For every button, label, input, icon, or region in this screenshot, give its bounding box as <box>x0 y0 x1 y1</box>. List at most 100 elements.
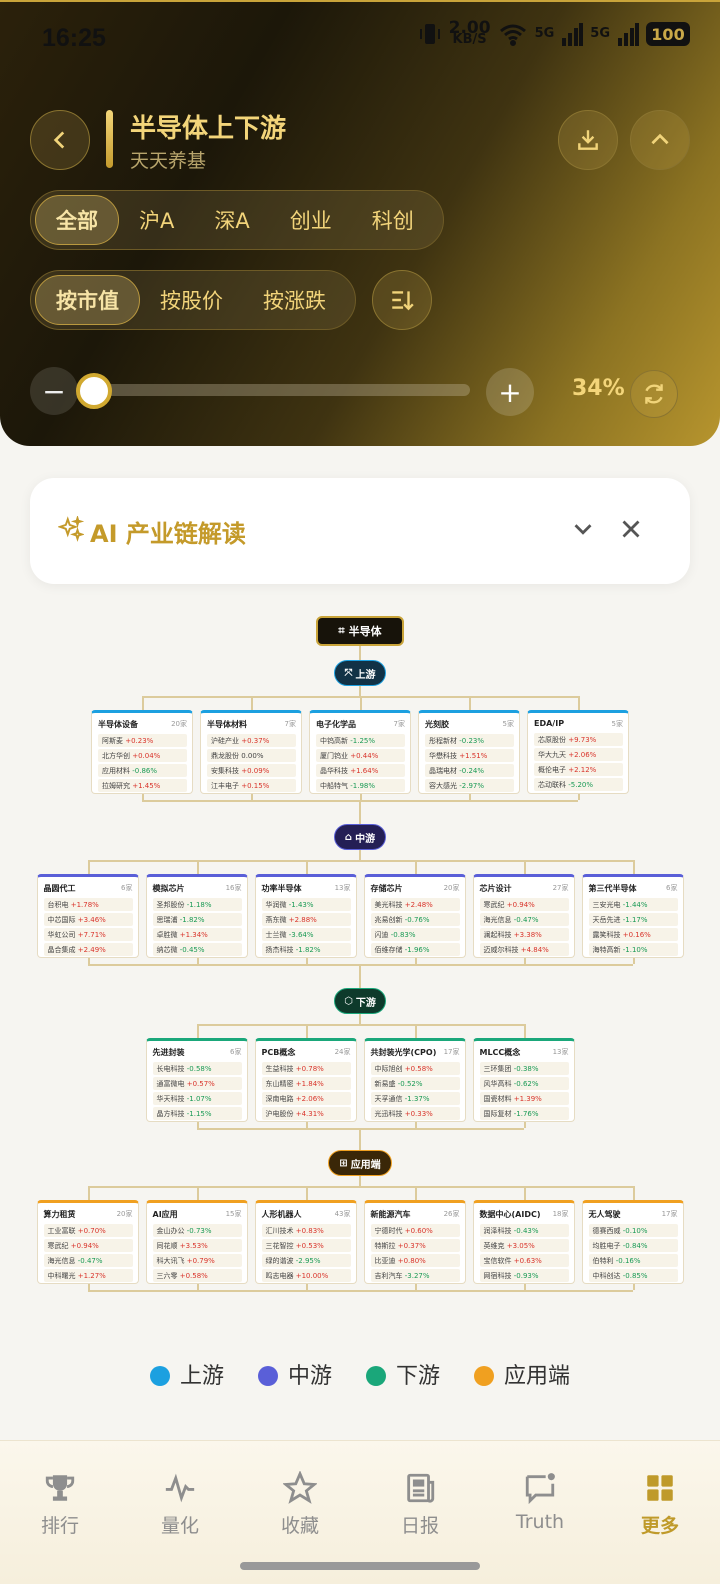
group-card[interactable]: 模拟芯片 16家 圣邦股份 -1.18% 思瑞浦 -1.82% 卓胜微 +1.34% 纳芯… <box>145 874 248 958</box>
stock-row[interactable]: 阿斯麦 +0.23% <box>98 734 187 747</box>
stock-row[interactable]: 三六零 +0.58% <box>152 1269 242 1282</box>
stock-row[interactable]: 海特高新 -1.10% <box>588 943 678 956</box>
chevron-down-icon[interactable] <box>568 514 598 544</box>
stock-row[interactable]: 芯动联科 -5.20% <box>534 778 623 791</box>
stock-row[interactable]: 工业富联 +0.70% <box>43 1224 133 1237</box>
stock-row[interactable]: 迈威尔科技 +4.84% <box>479 943 569 956</box>
stock-row[interactable]: 应用材料 -0.86% <box>98 764 187 777</box>
stock-row[interactable]: 金山办公 -0.73% <box>152 1224 242 1237</box>
stock-row[interactable]: 彤程新材 -0.23% <box>425 734 514 747</box>
nav-tab-4[interactable]: Truth <box>480 1441 600 1584</box>
nav-tab-0[interactable]: 排行 <box>0 1441 120 1584</box>
group-card[interactable]: AI应用 15家 金山办公 -0.73% 同花顺 +3.53% 科大讯飞 +0.79% 三… <box>145 1200 248 1284</box>
stock-row[interactable]: 思瑞浦 -1.82% <box>152 913 242 926</box>
group-card[interactable]: 半导体材料 7家 沪硅产业 +0.37% 鼎龙股份 0.00% 安集科技 +0.09% 江… <box>200 710 302 794</box>
stock-row[interactable]: 闪迪 -0.83% <box>370 928 460 941</box>
stock-row[interactable]: 澜起科技 +3.38% <box>479 928 569 941</box>
stock-row[interactable]: 拉姆研究 +1.45% <box>98 779 187 792</box>
stock-row[interactable]: 中科曙光 +1.27% <box>43 1269 133 1282</box>
group-card[interactable]: EDA/IP 5家 芯原股份 +9.73% 华大九天 +2.06% 概伦电子 +2.12… <box>527 710 629 794</box>
stock-row[interactable]: 华懋科技 +1.51% <box>425 749 514 762</box>
group-card[interactable]: 光刻胶 5家 彤程新材 -0.23% 华懋科技 +1.51% 晶瑞电材 -0.24% 容大… <box>418 710 520 794</box>
stock-row[interactable]: 风华高科 -0.62% <box>479 1077 569 1090</box>
stock-row[interactable]: 天岳先进 -1.17% <box>588 913 678 926</box>
group-card[interactable]: 功率半导体 13家 华润微 -1.43% 燕东微 +2.88% 士兰微 -3.64% 扬杰… <box>254 874 357 958</box>
stock-row[interactable]: 芯原股份 +9.73% <box>534 733 623 746</box>
stock-row[interactable]: 网宿科技 -0.93% <box>479 1269 569 1282</box>
stock-row[interactable]: 三安光电 -1.44% <box>588 898 678 911</box>
stock-row[interactable]: 三环集团 -0.38% <box>479 1062 569 1075</box>
stock-row[interactable]: 国际复材 -1.76% <box>479 1107 569 1120</box>
stock-row[interactable]: 华润微 -1.43% <box>261 898 351 911</box>
stage-node-3[interactable]: ⊞ 应用端 <box>328 1150 392 1176</box>
stock-row[interactable]: 通富微电 +0.57% <box>152 1077 242 1090</box>
back-button[interactable] <box>30 110 90 170</box>
stock-row[interactable]: 晶华科技 +1.64% <box>316 764 405 777</box>
group-card[interactable]: PCB概念 24家 生益科技 +0.78% 东山精密 +1.84% 深南电路 +2.06… <box>254 1038 357 1122</box>
stock-row[interactable]: 晶方科技 -1.15% <box>152 1107 242 1120</box>
stage-node-0[interactable]: ⤧ 上游 <box>334 660 386 686</box>
stock-row[interactable]: 科大讯飞 +0.79% <box>152 1254 242 1267</box>
market-tab-4[interactable]: 科创 <box>352 195 434 245</box>
stock-row[interactable]: 中科创达 -0.85% <box>588 1269 678 1282</box>
nav-tab-1[interactable]: 量化 <box>120 1441 240 1584</box>
group-card[interactable]: 无人驾驶 17家 德赛西威 -0.10% 均胜电子 -0.84% 伯特利 -0.16% 中… <box>581 1200 684 1284</box>
group-card[interactable]: 人形机器人 43家 汇川技术 +0.83% 三花智控 +0.53% 绿的谐波 -2.95… <box>254 1200 357 1284</box>
stock-row[interactable]: 容大感光 -2.97% <box>425 779 514 792</box>
stock-row[interactable]: 华虹公司 +7.71% <box>43 928 133 941</box>
stock-row[interactable]: 中际旭创 +0.58% <box>370 1062 460 1075</box>
stock-row[interactable]: 生益科技 +0.78% <box>261 1062 351 1075</box>
stock-row[interactable]: 深南电路 +2.06% <box>261 1092 351 1105</box>
stock-row[interactable]: 海光信息 -0.47% <box>479 913 569 926</box>
stock-row[interactable]: 英维克 +3.05% <box>479 1239 569 1252</box>
group-card[interactable]: 新能源汽车 26家 宁德时代 +0.60% 特斯拉 +0.37% 比亚迪 +0.80% 吉… <box>363 1200 466 1284</box>
group-card[interactable]: 晶圆代工 6家 台积电 +1.78% 中芯国际 +3.46% 华虹公司 +7.71% 晶合… <box>36 874 139 958</box>
stock-row[interactable]: 中钨高新 -1.25% <box>316 734 405 747</box>
group-card[interactable]: 共封装光学(CPO) 17家 中际旭创 +0.58% 新易盛 -0.52% 天孚通信 -… <box>363 1038 466 1122</box>
stock-row[interactable]: 润泽科技 -0.43% <box>479 1224 569 1237</box>
stock-row[interactable]: 兆易创新 -0.76% <box>370 913 460 926</box>
stock-row[interactable]: 华大九天 +2.06% <box>534 748 623 761</box>
group-card[interactable]: MLCC概念 13家 三环集团 -0.38% 风华高科 -0.62% 国瓷材料 +1.3… <box>472 1038 575 1122</box>
stock-row[interactable]: 华天科技 -1.07% <box>152 1092 242 1105</box>
group-card[interactable]: 算力租赁 20家 工业富联 +0.70% 寒武纪 +0.94% 海光信息 -0.47% 中… <box>36 1200 139 1284</box>
group-card[interactable]: 芯片设计 27家 寒武纪 +0.94% 海光信息 -0.47% 澜起科技 +3.38% 迈… <box>472 874 575 958</box>
stock-row[interactable]: 佰维存储 -1.96% <box>370 943 460 956</box>
group-card[interactable]: 数据中心(AIDC) 18家 润泽科技 -0.43% 英维克 +3.05% 宝信软件 +… <box>472 1200 575 1284</box>
zoom-slider-track[interactable] <box>78 384 470 396</box>
stock-row[interactable]: 三花智控 +0.53% <box>261 1239 351 1252</box>
sort-order-button[interactable] <box>372 270 432 330</box>
stock-row[interactable]: 特斯拉 +0.37% <box>370 1239 460 1252</box>
stock-row[interactable]: 江丰电子 +0.15% <box>207 779 296 792</box>
download-button[interactable] <box>558 110 618 170</box>
reset-zoom-button[interactable] <box>630 370 678 418</box>
stock-row[interactable]: 天孚通信 -1.37% <box>370 1092 460 1105</box>
stock-row[interactable]: 新易盛 -0.52% <box>370 1077 460 1090</box>
sort-tab-2[interactable]: 按涨跌 <box>243 275 346 325</box>
zoom-slider-handle[interactable] <box>76 373 112 409</box>
nav-tab-5[interactable]: 更多 <box>600 1441 720 1584</box>
stock-row[interactable]: 东山精密 +1.84% <box>261 1077 351 1090</box>
stock-row[interactable]: 晶合集成 +2.49% <box>43 943 133 956</box>
stock-row[interactable]: 国瓷材料 +1.39% <box>479 1092 569 1105</box>
stock-row[interactable]: 伯特利 -0.16% <box>588 1254 678 1267</box>
stock-row[interactable]: 燕东微 +2.88% <box>261 913 351 926</box>
stock-row[interactable]: 鸣志电器 +10.00% <box>261 1269 351 1282</box>
stock-row[interactable]: 宝信软件 +0.63% <box>479 1254 569 1267</box>
stock-row[interactable]: 北方华创 +0.04% <box>98 749 187 762</box>
group-card[interactable]: 先进封装 6家 长电科技 -0.58% 通富微电 +0.57% 华天科技 -1.07% 晶… <box>145 1038 248 1122</box>
group-card[interactable]: 半导体设备 20家 阿斯麦 +0.23% 北方华创 +0.04% 应用材料 -0.86%… <box>91 710 193 794</box>
stock-row[interactable]: 纳芯微 -0.45% <box>152 943 242 956</box>
sort-tab-0[interactable]: 按市值 <box>35 275 140 325</box>
collapse-button[interactable] <box>630 110 690 170</box>
stock-row[interactable]: 概伦电子 +2.12% <box>534 763 623 776</box>
stock-row[interactable]: 长电科技 -0.58% <box>152 1062 242 1075</box>
stock-row[interactable]: 台积电 +1.78% <box>43 898 133 911</box>
stock-row[interactable]: 鼎龙股份 0.00% <box>207 749 296 762</box>
stage-node-2[interactable]: ⬡ 下游 <box>334 988 386 1014</box>
group-card[interactable]: 存储芯片 20家 美光科技 +2.48% 兆易创新 -0.76% 闪迪 -0.83% 佰维… <box>363 874 466 958</box>
stock-row[interactable]: 寒武纪 +0.94% <box>43 1239 133 1252</box>
stock-row[interactable]: 士兰微 -3.64% <box>261 928 351 941</box>
zoom-in-button[interactable]: + <box>486 368 534 416</box>
market-tab-1[interactable]: 沪A <box>119 195 194 245</box>
